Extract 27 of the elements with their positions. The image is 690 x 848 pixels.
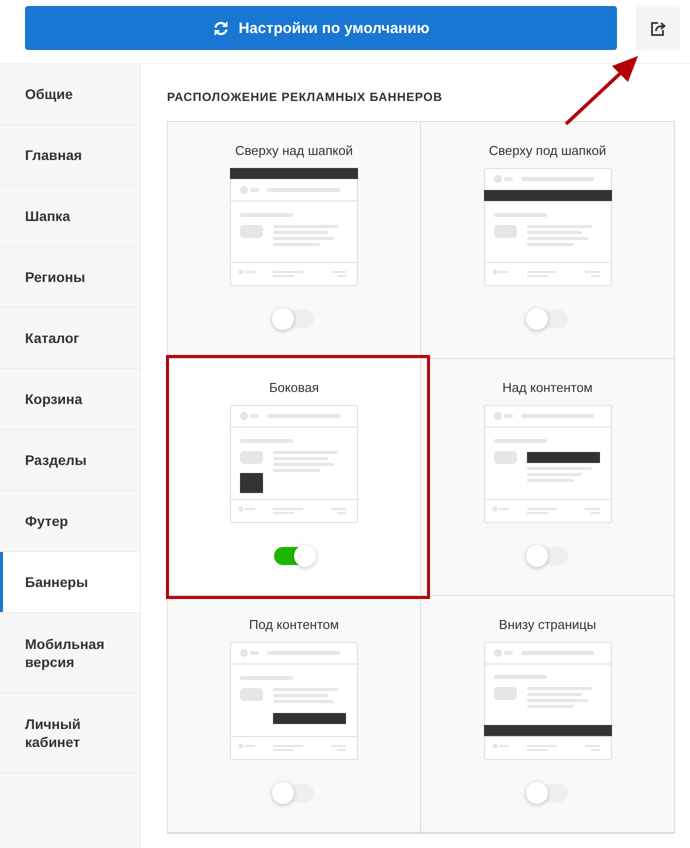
position-title: Над контентом <box>502 380 593 396</box>
position-title: Сверху над шапкой <box>235 143 353 159</box>
sidebar-item[interactable]: Баннеры <box>0 552 140 613</box>
position-title: Под контентом <box>249 617 339 633</box>
share-icon <box>650 20 666 36</box>
toggle-switch[interactable] <box>272 545 316 567</box>
sidebar-item[interactable]: Корзина <box>0 369 140 430</box>
position-title: Боковая <box>269 380 319 396</box>
position-title: Сверху под шапкой <box>488 143 606 159</box>
sidebar-item[interactable]: Мобильная версия <box>0 613 140 693</box>
section-heading: РАСПОЛОЖЕНИЕ РЕКЛАМНЫХ БАННЕРОВ <box>167 90 444 104</box>
toggle-switch[interactable] <box>526 782 570 804</box>
sidebar-item[interactable]: Регионы <box>0 247 140 308</box>
toggle-switch[interactable] <box>272 308 316 330</box>
sidebar-item[interactable]: Шапка <box>0 186 140 247</box>
sidebar-item[interactable]: Общие <box>0 64 140 125</box>
refresh-icon <box>212 20 229 36</box>
position-title: Внизу страницы <box>498 617 596 633</box>
toggle-switch[interactable] <box>526 545 570 567</box>
share-button[interactable] <box>636 6 680 50</box>
reset-defaults-button[interactable]: Настройки по умолчанию <box>25 6 617 50</box>
sidebar-item[interactable]: Главная <box>0 125 140 186</box>
toggle-switch[interactable] <box>526 308 570 330</box>
sidebar-item[interactable]: Личный кабинет <box>0 693 140 773</box>
sidebar-item[interactable]: Разделы <box>0 430 140 491</box>
toggle-switch[interactable] <box>272 782 316 804</box>
sidebar-item[interactable]: Каталог <box>0 308 140 369</box>
